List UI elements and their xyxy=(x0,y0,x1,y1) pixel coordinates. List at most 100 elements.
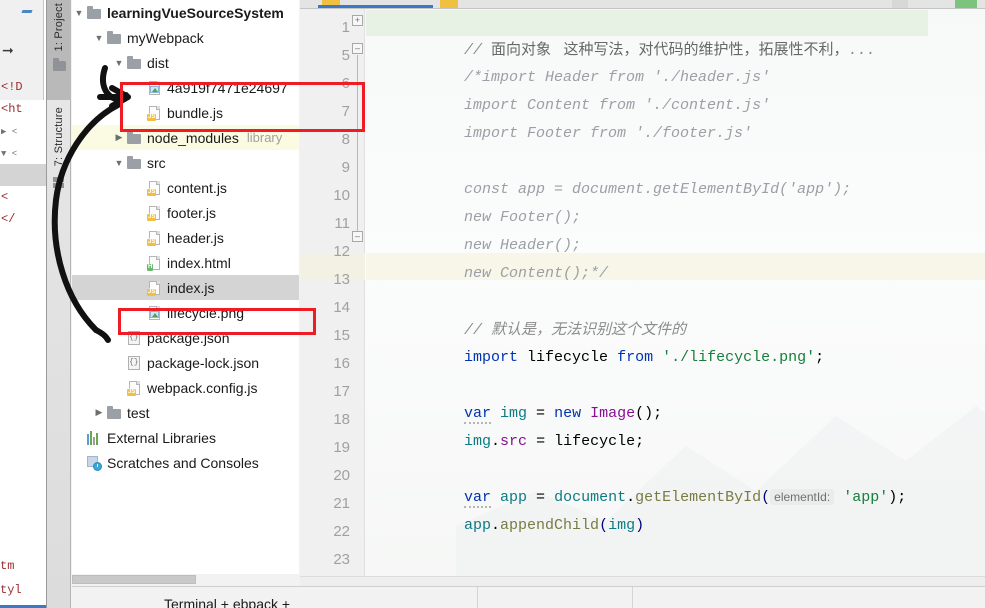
js-file-icon: JS xyxy=(146,180,162,196)
paren-open-20: ( xyxy=(761,489,771,506)
chevron-right-icon[interactable]: ▶ xyxy=(112,132,126,143)
fold-expand-icon[interactable]: + xyxy=(352,15,363,26)
dot-21: . xyxy=(491,517,501,534)
tree-item-src[interactable]: ▼ src xyxy=(72,150,299,175)
tree-item-index-html[interactable]: Hindex.html xyxy=(72,250,299,275)
code-line-21: app.appendChild(img) xyxy=(374,485,644,534)
chevron-down-icon[interactable]: ▼ xyxy=(72,8,86,18)
tree-item-label: learningVueSourceSystem xyxy=(107,4,284,21)
code-line-9: const app = document.getElementById('app… xyxy=(374,149,851,198)
tree-item-node-modules[interactable]: ▶ node_modules library xyxy=(72,125,299,150)
chevron-down-icon[interactable]: ▼ xyxy=(92,33,106,43)
tree-item-webpack-config-js[interactable]: JS webpack.config.js xyxy=(72,375,299,400)
bg-fragment-5: </ xyxy=(1,212,16,226)
html-file-icon: H xyxy=(146,255,162,271)
tool-window-project-label: 1: Project xyxy=(53,3,65,52)
line-number-11: 11 xyxy=(334,215,350,232)
code-line-12-text: new Content();*/ xyxy=(464,265,609,282)
tool-window-button-project[interactable]: 1: Project xyxy=(47,0,71,100)
argument-img: img xyxy=(608,517,636,534)
tree-item-external-libraries[interactable]: External Libraries xyxy=(72,425,299,450)
cursor-arrow-icon: ➞ xyxy=(2,42,14,58)
fold-collapse-icon-2[interactable]: – xyxy=(352,231,363,242)
code-line-1: // 面向对象 这种写法，对代码的维护性，拓展性不利，... xyxy=(374,9,876,59)
folder-icon xyxy=(52,58,66,72)
tree-item-label: Scratches and Consoles xyxy=(107,454,259,471)
tree-item-scratches-and-consoles[interactable]: Scratches and Consoles xyxy=(72,450,299,475)
line-number-14: 14 xyxy=(333,299,350,316)
function-getelementbyid: getElementById xyxy=(635,489,762,506)
code-line-12: new Content();*/ xyxy=(374,233,608,282)
line-number-20: 20 xyxy=(333,467,350,484)
tree-item-lifecycle-png[interactable]: lifecycle.png xyxy=(72,300,299,325)
tab-icon-html[interactable] xyxy=(955,0,977,8)
tab-icon-js-2[interactable] xyxy=(440,0,458,8)
terminal-tool-window-label[interactable]: Terminal + ebpack + xyxy=(164,596,290,608)
chevron-down-icon[interactable]: ▼ xyxy=(112,158,126,168)
tree-item-label: header.js xyxy=(167,229,224,246)
fold-collapse-icon[interactable]: – xyxy=(352,43,363,54)
chevron-down-icon[interactable]: ▼ xyxy=(112,58,126,68)
identifier-img-2: img xyxy=(464,433,492,450)
js-file-icon: JS xyxy=(146,105,162,121)
line-number-5: 5 xyxy=(341,47,350,64)
code-line-14: // 默认是，无法识别这个文件的 xyxy=(374,289,686,339)
tree-item-sublabel: library xyxy=(246,130,283,145)
editor-gutter[interactable]: 1 5 6 7 8 9 10 11 12 13 14 15 16 17 18 19 20 21 22 23 + – – xyxy=(300,9,365,576)
tree-item-label: bundle.js xyxy=(167,104,224,121)
tree-item-label: content.js xyxy=(167,179,227,196)
tree-item-package-lock-json[interactable]: {} package-lock.json xyxy=(72,350,299,375)
tree-item-package-json[interactable]: {} package.json xyxy=(72,325,299,350)
line-number-10: 10 xyxy=(333,187,350,204)
code-line-17: var img = new Image(); xyxy=(374,373,662,424)
tree-item-learningvuesourcesystem[interactable]: ▼ learningVueSourceSystem xyxy=(72,0,299,25)
line-number-23: 23 xyxy=(333,551,350,568)
line-number-22: 22 xyxy=(333,523,350,540)
bg-fragment-2: ▶ < xyxy=(1,127,18,137)
dot-18: . xyxy=(491,433,501,450)
scrollbar-thumb[interactable] xyxy=(72,575,196,584)
tree-item-test[interactable]: ▶ test xyxy=(72,400,299,425)
code-line-10: new Footer(); xyxy=(374,177,581,226)
code-text[interactable]: // 面向对象 这种写法，对代码的维护性，拓展性不利，... /*import … xyxy=(366,9,985,576)
line-number-21: 21 xyxy=(333,495,350,512)
tab-icon-json[interactable] xyxy=(892,0,908,8)
identifier-lifecycle-2: lifecycle xyxy=(554,433,636,450)
tree-item-4a919f7471e24697[interactable]: 4a919f7471e24697 xyxy=(72,75,299,100)
tree-item-index-js[interactable]: JS index.js xyxy=(72,275,299,300)
tree-item-dist[interactable]: ▼ dist xyxy=(72,50,299,75)
tree-item-label: External Libraries xyxy=(107,429,216,446)
tool-window-button-structure[interactable]: 7: Structure xyxy=(47,104,71,214)
paren-close-21: ) xyxy=(635,517,645,534)
tool-window-rail: 1: Project 7: Structure xyxy=(47,0,71,608)
line-number-1: 1 xyxy=(341,19,350,36)
tree-item-label: dist xyxy=(147,54,169,71)
code-editor[interactable]: 1 5 6 7 8 9 10 11 12 13 14 15 16 17 18 19 20 21 22 23 + – –… xyxy=(300,0,985,576)
tree-item-mywebpack[interactable]: ▼ myWebpack xyxy=(72,25,299,50)
bg-fragment-3: ▼ < xyxy=(1,149,18,159)
bottom-bar-divider-1 xyxy=(477,587,478,608)
tree-item-content-js[interactable]: JS content.js xyxy=(72,175,299,200)
library-icon xyxy=(86,430,102,445)
bottom-tool-window-bar[interactable]: Terminal + ebpack + xyxy=(72,586,985,608)
project-tree-hscrollbar[interactable] xyxy=(72,574,299,584)
tree-item-label: footer.js xyxy=(167,204,217,221)
json-file-icon: {} xyxy=(126,330,142,346)
string-app: 'app' xyxy=(834,489,889,506)
tree-item-header-js[interactable]: JS header.js xyxy=(72,225,299,250)
chevron-right-icon[interactable]: ▶ xyxy=(92,407,106,418)
tree-item-label: myWebpack xyxy=(127,29,204,46)
paren-open-21: ( xyxy=(599,517,609,534)
code-line-7-text: import Footer from './footer.js' xyxy=(464,125,753,142)
line-number-8: 8 xyxy=(341,131,350,148)
bottom-bar-divider-2 xyxy=(632,587,633,608)
line-number-9: 9 xyxy=(341,159,350,176)
image-file-icon xyxy=(146,305,162,321)
bg-fragment-6: tm xyxy=(0,559,15,573)
function-appendchild: appendChild xyxy=(500,517,600,534)
editor-tab-bar[interactable] xyxy=(300,0,985,9)
tree-item-footer-js[interactable]: JS footer.js xyxy=(72,200,299,225)
line-number-19: 19 xyxy=(333,439,350,456)
project-tree-panel[interactable]: ▼ learningVueSourceSystem ▼ myWebpack ▼ dist 4… xyxy=(72,0,299,576)
tree-item-bundle-js[interactable]: JS bundle.js xyxy=(72,100,299,125)
